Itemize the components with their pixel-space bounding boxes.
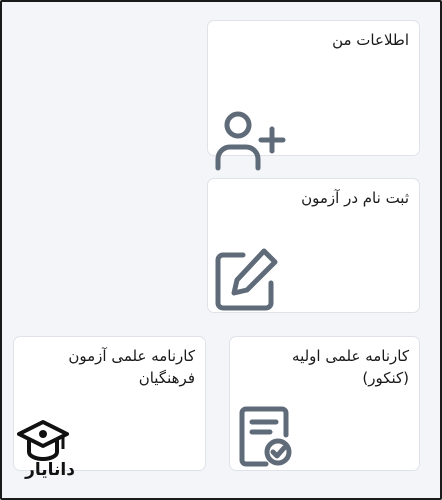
- my-info-card[interactable]: اطلاعات من: [207, 20, 420, 171]
- graduation-cap-icon: [17, 420, 69, 461]
- certificate-icon: [236, 405, 298, 473]
- initial-report-card[interactable]: کارنامه علمی اولیه (کنکور): [229, 336, 420, 471]
- card-title: کارنامه علمی آزمون فرهنگیان: [68, 347, 195, 387]
- danayar-logo: دانایار: [13, 405, 85, 487]
- card-title: اطلاعات من: [332, 31, 409, 49]
- logo-text: دانایار: [25, 460, 75, 480]
- exam-registration-card[interactable]: ثبت نام در آزمون: [207, 178, 420, 313]
- card-title: کارنامه علمی اولیه (کنکور): [292, 347, 409, 387]
- edit-icon: [213, 247, 279, 317]
- card-title: ثبت نام در آزمون: [301, 189, 409, 207]
- add-user-icon: [214, 109, 288, 177]
